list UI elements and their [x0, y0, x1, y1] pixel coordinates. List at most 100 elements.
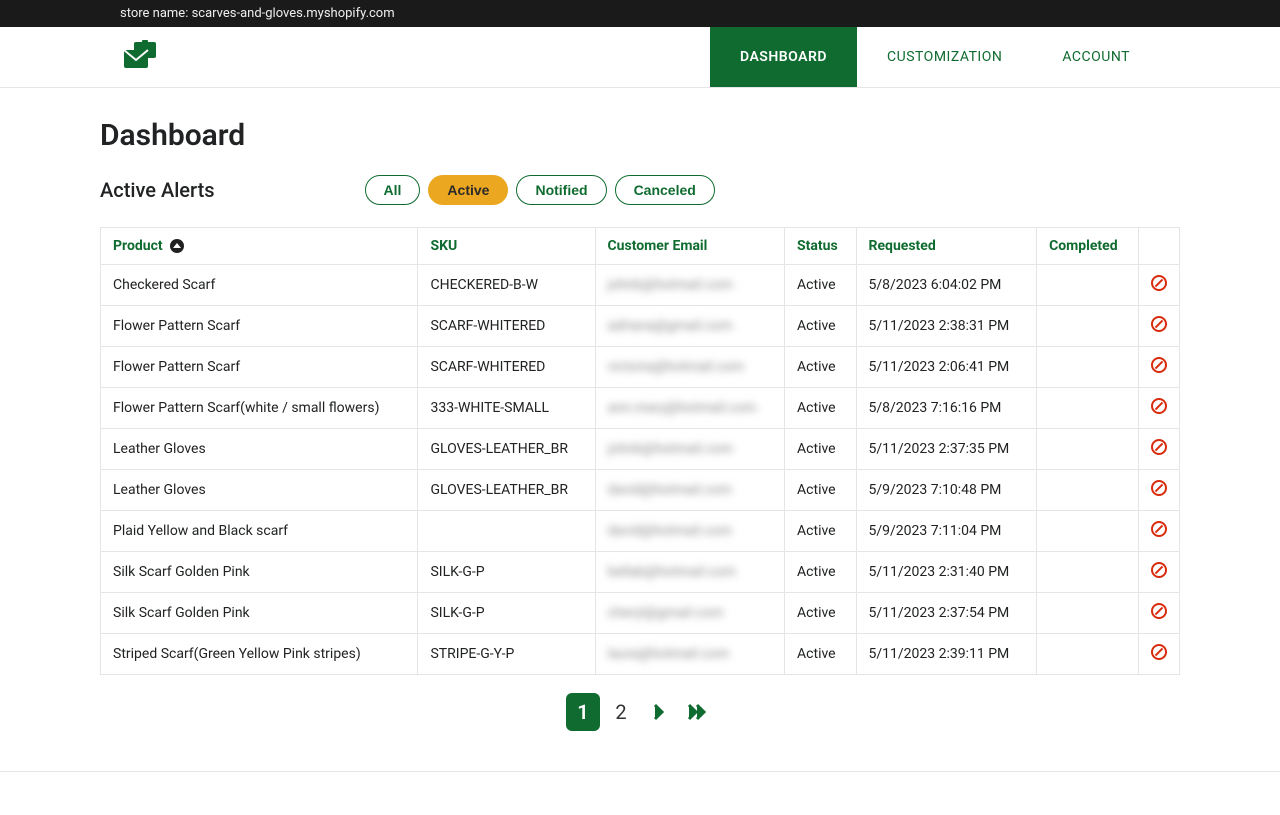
nav-item-customization[interactable]: CUSTOMIZATION [857, 27, 1032, 87]
col-completed[interactable]: Completed [1037, 228, 1139, 265]
cell-status: Active [785, 265, 856, 306]
cell-product: Leather Gloves [101, 429, 418, 470]
sort-asc-icon [170, 239, 184, 253]
nav-item-dashboard[interactable]: DASHBOARD [710, 27, 857, 87]
cell-completed [1037, 634, 1139, 675]
filter-canceled[interactable]: Canceled [615, 175, 715, 205]
table-row: Checkered ScarfCHECKERED-B-Wjohnb@hotmai… [101, 265, 1180, 306]
page-last[interactable] [680, 693, 714, 731]
cell-email: victoria@hotmail.com [595, 347, 785, 388]
main-navbar: DASHBOARD CUSTOMIZATION ACCOUNT [0, 27, 1280, 88]
cell-requested: 5/9/2023 7:10:48 PM [856, 470, 1037, 511]
cell-sku: SILK-G-P [418, 552, 595, 593]
cell-status: Active [785, 388, 856, 429]
cell-completed [1037, 429, 1139, 470]
cancel-icon[interactable] [1151, 521, 1167, 537]
cell-product: Checkered Scarf [101, 265, 418, 306]
cell-completed [1037, 388, 1139, 429]
alerts-table: Product SKU Customer Email Status Reques… [100, 227, 1180, 675]
cell-sku: CHECKERED-B-W [418, 265, 595, 306]
cell-email: laura@hotmail.com [595, 634, 785, 675]
table-row: Flower Pattern ScarfSCARF-WHITEREDvictor… [101, 347, 1180, 388]
table-row: Flower Pattern Scarf(white / small flowe… [101, 388, 1180, 429]
cell-requested: 5/11/2023 2:31:40 PM [856, 552, 1037, 593]
main-content: Dashboard Active Alerts All Active Notif… [100, 88, 1180, 771]
cell-status: Active [785, 552, 856, 593]
cell-product: Leather Gloves [101, 470, 418, 511]
pagination: 1 2 [100, 693, 1180, 731]
cell-product: Plaid Yellow and Black scarf [101, 511, 418, 552]
cell-email: johnb@hotmail.com [595, 429, 785, 470]
cell-completed [1037, 511, 1139, 552]
table-row: Plaid Yellow and Black scarf david@hotmai… [101, 511, 1180, 552]
cell-sku: GLOVES-LEATHER_BR [418, 429, 595, 470]
page-1[interactable]: 1 [566, 693, 600, 731]
page-title: Dashboard [100, 118, 1180, 153]
cell-product: Flower Pattern Scarf [101, 347, 418, 388]
cell-sku: SCARF-WHITERED [418, 306, 595, 347]
cell-sku: STRIPE-G-Y-P [418, 634, 595, 675]
cell-completed [1037, 593, 1139, 634]
cell-requested: 5/11/2023 2:37:54 PM [856, 593, 1037, 634]
footer [0, 771, 1280, 815]
nav-links: DASHBOARD CUSTOMIZATION ACCOUNT [710, 27, 1160, 87]
col-email[interactable]: Customer Email [595, 228, 785, 265]
cancel-icon[interactable] [1151, 644, 1167, 660]
cancel-icon[interactable] [1151, 316, 1167, 332]
cell-status: Active [785, 347, 856, 388]
col-requested[interactable]: Requested [856, 228, 1037, 265]
cancel-icon[interactable] [1151, 275, 1167, 291]
cell-status: Active [785, 593, 856, 634]
cell-completed [1037, 306, 1139, 347]
cell-product: Striped Scarf(Green Yellow Pink stripes) [101, 634, 418, 675]
cell-email: ann.mary@hotmail.com [595, 388, 785, 429]
filter-all[interactable]: All [365, 175, 421, 205]
cell-sku: SILK-G-P [418, 593, 595, 634]
filter-active[interactable]: Active [428, 175, 508, 205]
table-row: Silk Scarf Golden PinkSILK-G-Pcheryl@gma… [101, 593, 1180, 634]
cell-completed [1037, 265, 1139, 306]
cell-requested: 5/8/2023 7:16:16 PM [856, 388, 1037, 429]
cell-product: Flower Pattern Scarf [101, 306, 418, 347]
cell-completed [1037, 552, 1139, 593]
cell-email: david@hotmail.com [595, 511, 785, 552]
cell-requested: 5/8/2023 6:04:02 PM [856, 265, 1037, 306]
cell-email: adriana@gmail.com [595, 306, 785, 347]
cell-status: Active [785, 470, 856, 511]
cell-product: Silk Scarf Golden Pink [101, 552, 418, 593]
top-store-bar: store name: scarves-and-gloves.myshopify… [0, 0, 1280, 27]
cell-sku: GLOVES-LEATHER_BR [418, 470, 595, 511]
cell-sku: SCARF-WHITERED [418, 347, 595, 388]
cell-status: Active [785, 429, 856, 470]
cancel-icon[interactable] [1151, 603, 1167, 619]
cancel-icon[interactable] [1151, 480, 1167, 496]
cell-requested: 5/11/2023 2:39:11 PM [856, 634, 1037, 675]
col-status[interactable]: Status [785, 228, 856, 265]
cell-requested: 5/11/2023 2:06:41 PM [856, 347, 1037, 388]
cell-requested: 5/11/2023 2:37:35 PM [856, 429, 1037, 470]
table-row: Leather GlovesGLOVES-LEATHER_BRdavid@hot… [101, 470, 1180, 511]
filter-notified[interactable]: Notified [516, 175, 606, 205]
cell-email: cheryl@gmail.com [595, 593, 785, 634]
cell-status: Active [785, 634, 856, 675]
col-actions [1139, 228, 1180, 265]
section-title: Active Alerts [100, 178, 215, 202]
cancel-icon[interactable] [1151, 439, 1167, 455]
page-2[interactable]: 2 [604, 693, 638, 731]
cell-sku [418, 511, 595, 552]
page-next[interactable] [642, 693, 676, 731]
cell-email: david@hotmail.com [595, 470, 785, 511]
cell-requested: 5/11/2023 2:38:31 PM [856, 306, 1037, 347]
col-product[interactable]: Product [101, 228, 418, 265]
col-sku[interactable]: SKU [418, 228, 595, 265]
cell-requested: 5/9/2023 7:11:04 PM [856, 511, 1037, 552]
filter-pills: All Active Notified Canceled [365, 175, 715, 205]
cancel-icon[interactable] [1151, 562, 1167, 578]
cell-product: Silk Scarf Golden Pink [101, 593, 418, 634]
cell-status: Active [785, 511, 856, 552]
cancel-icon[interactable] [1151, 398, 1167, 414]
table-row: Striped Scarf(Green Yellow Pink stripes)… [101, 634, 1180, 675]
nav-item-account[interactable]: ACCOUNT [1032, 27, 1160, 87]
cell-completed [1037, 470, 1139, 511]
cancel-icon[interactable] [1151, 357, 1167, 373]
